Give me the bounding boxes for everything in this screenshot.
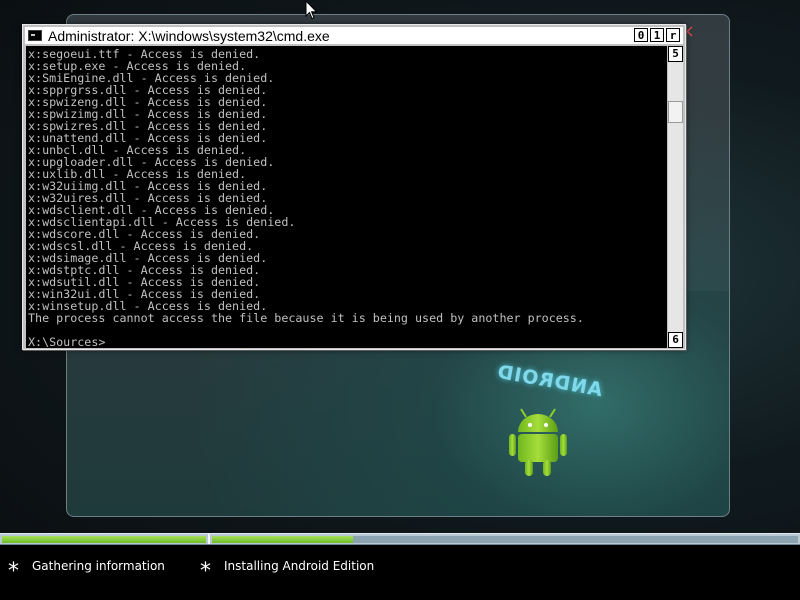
console-lines: x:segoeui.ttf - Access is denied. x:setup… bbox=[26, 46, 667, 348]
vertical-scrollbar[interactable]: 5 6 bbox=[668, 46, 683, 348]
setup-progress-bar bbox=[0, 533, 800, 545]
scroll-down-button[interactable]: 6 bbox=[668, 332, 683, 348]
minimize-button[interactable]: 0 bbox=[634, 28, 648, 42]
android-robot-icon bbox=[509, 408, 567, 476]
progress-step1 bbox=[2, 536, 206, 543]
maximize-button[interactable]: 1 bbox=[650, 28, 664, 42]
step-label: Gathering information bbox=[32, 559, 165, 573]
scroll-up-button[interactable]: 5 bbox=[668, 46, 683, 62]
console-output[interactable]: x:segoeui.ttf - Access is denied. x:setup… bbox=[26, 46, 667, 348]
step-gathering-information: * Gathering information bbox=[8, 559, 165, 584]
scroll-thumb[interactable] bbox=[668, 101, 683, 123]
cmd-window-icon[interactable] bbox=[28, 30, 42, 41]
window-controls: 0 1 r bbox=[634, 28, 680, 42]
desktop: × ANDROID Administrator: X:\windows\syst… bbox=[0, 0, 800, 600]
step-label: Installing Android Edition bbox=[224, 559, 375, 573]
progress-divider bbox=[208, 534, 210, 544]
progress-step2 bbox=[212, 536, 798, 543]
cmd-window[interactable]: Administrator: X:\windows\system32\cmd.e… bbox=[22, 24, 686, 350]
mouse-pointer-icon bbox=[305, 0, 318, 20]
progress-step2-fill bbox=[212, 536, 353, 543]
close-button[interactable]: r bbox=[666, 28, 680, 42]
step-asterisk-icon: * bbox=[8, 559, 19, 584]
step-installing: * Installing Android Edition bbox=[200, 559, 375, 584]
cmd-titlebar[interactable]: Administrator: X:\windows\system32\cmd.e… bbox=[25, 27, 683, 44]
command-prompt[interactable]: X:\Sources> bbox=[28, 336, 667, 348]
setup-status-bar: * Gathering information * Installing And… bbox=[0, 545, 800, 600]
window-title: Administrator: X:\windows\system32\cmd.e… bbox=[48, 27, 330, 44]
step-asterisk-icon: * bbox=[200, 559, 211, 584]
console-line: The process cannot access the file becau… bbox=[28, 311, 584, 325]
